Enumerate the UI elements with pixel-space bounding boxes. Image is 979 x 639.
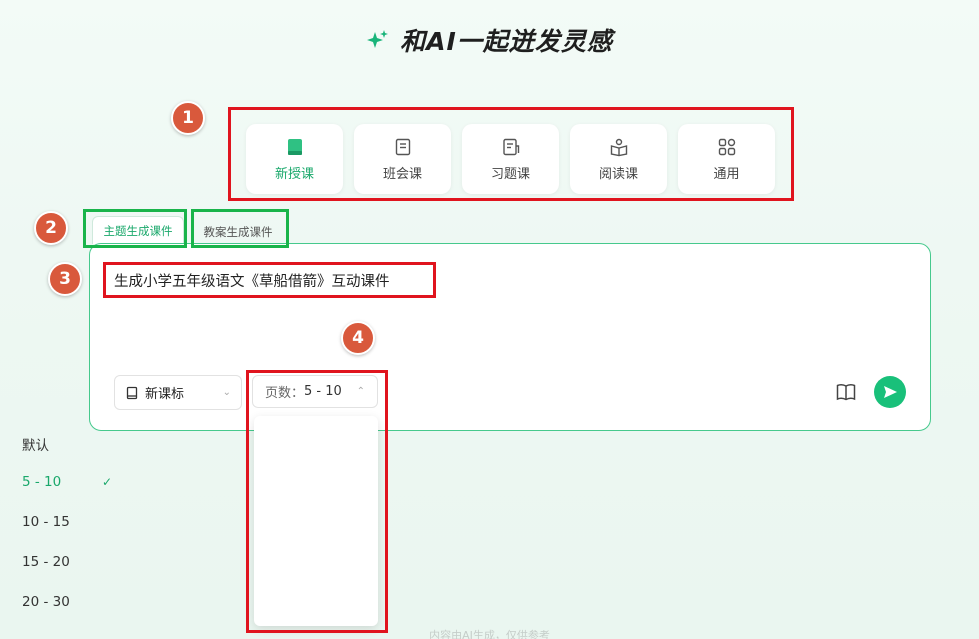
page-title: 和AI一起迸发灵感	[400, 27, 613, 56]
annotation-box-4	[246, 370, 388, 633]
annotation-box-1	[228, 107, 794, 201]
book-icon	[126, 386, 138, 399]
page-option[interactable]: 10 - 15	[22, 514, 112, 530]
page-option[interactable]: 5 - 10 ✓	[22, 474, 112, 490]
page-option-label: 15 - 20	[22, 554, 70, 570]
page-option-label: 20 - 30	[22, 594, 70, 610]
page-option[interactable]: 默认	[22, 434, 112, 454]
annotation-box-3	[103, 262, 436, 298]
annotation-badge: 4	[341, 321, 375, 355]
page-option[interactable]: 20 - 30	[22, 594, 112, 610]
annotation-box-2a	[83, 209, 187, 248]
annotation-badge: 1	[171, 101, 205, 135]
page-option[interactable]: 15 - 20	[22, 554, 112, 570]
page-option-label: 10 - 15	[22, 514, 70, 530]
ai-disclaimer: 内容由AI生成，仅供参考	[429, 629, 550, 639]
curriculum-select[interactable]: 新课标 ⌄	[114, 375, 242, 410]
send-button[interactable]	[874, 376, 906, 408]
page-option-label: 默认	[22, 438, 49, 454]
send-icon	[884, 386, 897, 398]
annotation-box-2b	[191, 209, 289, 248]
annotation-badge: 2	[34, 211, 68, 245]
check-icon: ✓	[101, 475, 112, 489]
page-header: 和AI一起迸发灵感	[0, 22, 979, 58]
open-book-icon[interactable]	[835, 381, 857, 403]
chevron-down-icon: ⌄	[222, 387, 231, 398]
page-option-label: 5 - 10	[22, 474, 62, 490]
curriculum-select-value: 新课标	[145, 387, 185, 402]
annotation-badge: 3	[48, 262, 82, 296]
sparkle-icon	[367, 30, 389, 48]
